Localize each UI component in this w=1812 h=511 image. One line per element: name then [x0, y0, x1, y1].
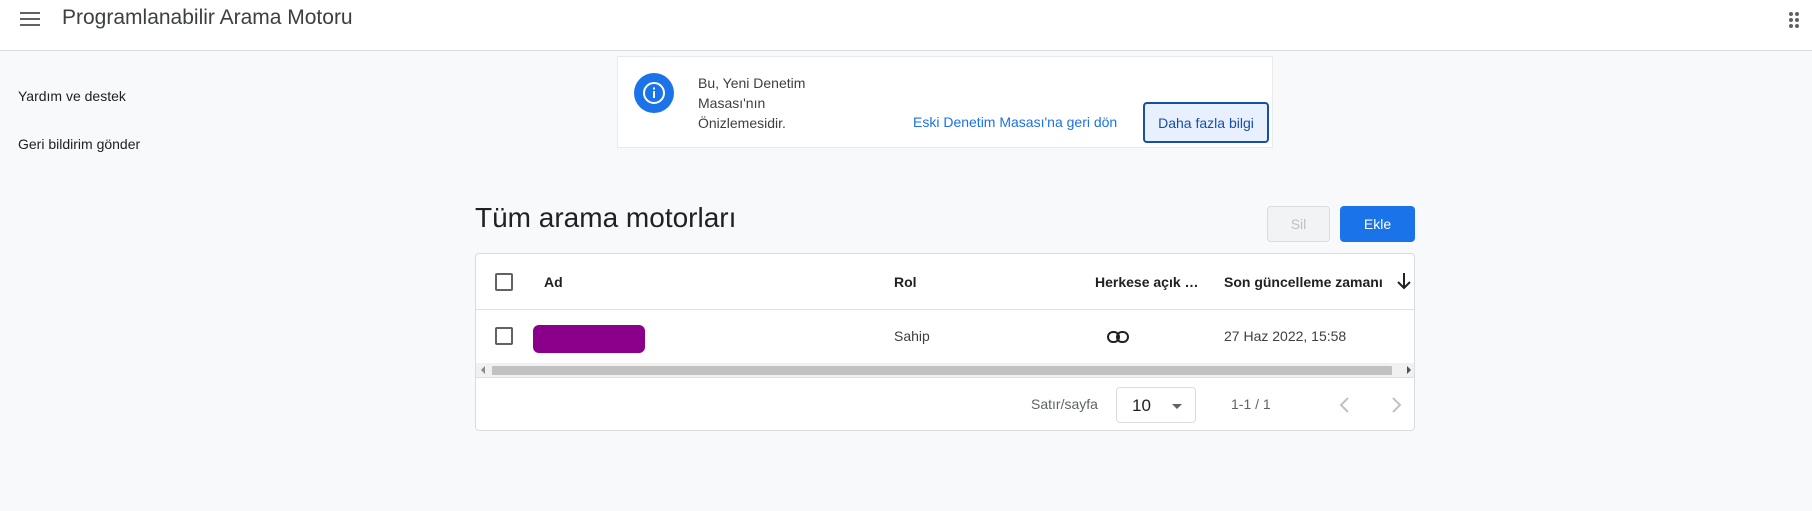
row-last-updated: 27 Haz 2022, 15:58 [1224, 328, 1347, 344]
pagination-range: 1-1 / 1 [1231, 396, 1271, 412]
app-title: Programlanabilir Arama Motoru [62, 6, 353, 29]
column-header-role[interactable]: Rol [894, 274, 917, 290]
top-app-bar: Programlanabilir Arama Motoru [0, 0, 1812, 51]
more-vert-icon[interactable] [1789, 8, 1799, 30]
select-all-checkbox[interactable] [495, 273, 513, 291]
caret-down-icon [1172, 404, 1182, 409]
search-engines-table: Ad Rol Herkese açık … Son güncelleme zam… [475, 253, 1415, 431]
revert-classic-link[interactable]: Eski Denetim Masası'na geri dön [913, 114, 1117, 130]
preview-banner: Bu, Yeni Denetim Masası'nın Önizlemesidi… [617, 56, 1273, 148]
column-header-name[interactable]: Ad [544, 274, 563, 290]
horizontal-scrollbar[interactable] [476, 363, 1414, 377]
learn-more-button[interactable]: Daha fazla bilgi [1143, 102, 1269, 143]
chevron-right-icon[interactable] [1382, 391, 1410, 419]
table-header-row: Ad Rol Herkese açık … Son güncelleme zam… [476, 254, 1414, 310]
scroll-left-icon[interactable] [481, 366, 485, 374]
redacted-engine-name[interactable] [533, 325, 645, 353]
arrow-down-icon[interactable] [1395, 271, 1413, 291]
delete-button[interactable]: Sil [1267, 206, 1330, 242]
add-button[interactable]: Ekle [1340, 206, 1415, 242]
rows-per-page-select[interactable]: 10 [1116, 387, 1196, 423]
scrollbar-thumb[interactable] [492, 366, 1392, 375]
scroll-right-icon[interactable] [1407, 366, 1411, 374]
chevron-left-icon[interactable] [1331, 391, 1359, 419]
sidebar-item-help[interactable]: Yardım ve destek [18, 88, 126, 104]
row-checkbox[interactable] [495, 327, 513, 345]
page-title: Tüm arama motorları [475, 202, 737, 233]
info-icon [634, 73, 674, 113]
row-role: Sahip [894, 328, 930, 344]
sidebar-item-feedback[interactable]: Geri bildirim gönder [18, 136, 140, 152]
banner-message: Bu, Yeni Denetim Masası'nın Önizlemesidi… [698, 75, 806, 131]
rows-per-page-value: 10 [1132, 396, 1151, 415]
column-header-last-updated[interactable]: Son güncelleme zamanı [1224, 274, 1383, 290]
link-icon[interactable] [1106, 327, 1130, 347]
rows-per-page-label: Satır/sayfa [1031, 396, 1098, 412]
table-pagination: Satır/sayfa 10 1-1 / 1 [476, 377, 1414, 430]
column-header-public[interactable]: Herkese açık … [1095, 274, 1199, 290]
hamburger-menu-icon[interactable] [18, 8, 42, 30]
table-row[interactable]: Sahip 27 Haz 2022, 15:58 [476, 310, 1414, 363]
